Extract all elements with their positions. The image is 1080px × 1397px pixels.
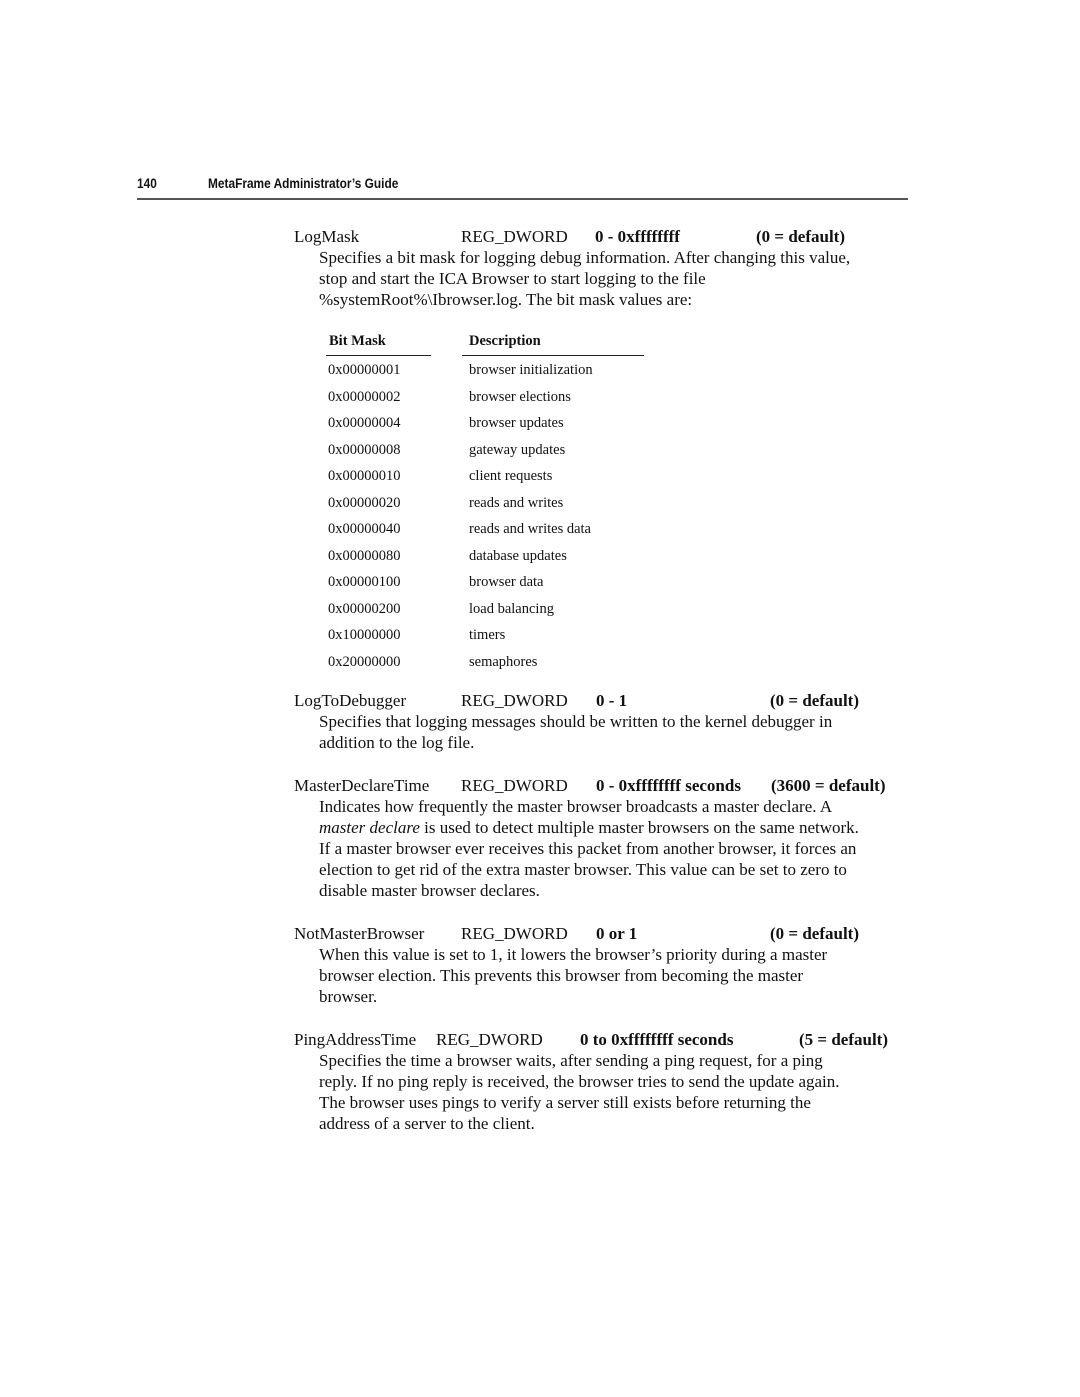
- registry-entry-notmasterbrowser: NotMasterBrowser REG_DWORD 0 or 1 (0 = d…: [294, 923, 924, 1007]
- entry-type: REG_DWORD: [436, 1030, 543, 1049]
- description-line: election to get rid of the extra master …: [319, 860, 847, 879]
- bit-mask-description: browser data: [469, 574, 544, 590]
- entry-description: When this value is set to 1, it lowers t…: [319, 944, 919, 1007]
- entry-default: (0 = default): [770, 691, 860, 710]
- bit-mask-description: browser elections: [469, 388, 571, 405]
- entry-heading: LogToDebugger REG_DWORD 0 - 1 (0 = defau…: [294, 690, 924, 711]
- description-line: disable master browser declares.: [319, 881, 540, 900]
- description-line: If a master browser ever receives this p…: [319, 839, 857, 858]
- description-line: The browser uses pings to verify a serve…: [319, 1093, 811, 1112]
- bit-mask-value: 0x00000002: [328, 388, 401, 405]
- bit-mask-description: load balancing: [469, 600, 554, 617]
- description-line: address of a server to the client.: [319, 1114, 535, 1133]
- bit-mask-description: reads and writes data: [469, 521, 591, 537]
- bit-mask-description: semaphores: [469, 653, 538, 670]
- bit-mask-value: 0x00000040: [328, 521, 401, 537]
- description-line: Specifies that logging messages should b…: [319, 712, 833, 731]
- entry-default: (3600 = default): [771, 776, 886, 795]
- bit-mask-value: 0x20000000: [328, 653, 401, 670]
- bit-mask-value: 0x00000100: [328, 574, 401, 590]
- bit-mask-description: browser updates: [469, 415, 564, 431]
- italic-term: master declare: [319, 818, 420, 837]
- bit-mask-value: 0x00000008: [328, 441, 401, 458]
- running-header: 140 MetaFrame Administrator’s Guide: [137, 176, 908, 200]
- description-line: Indicates how frequently the master brow…: [319, 797, 833, 816]
- entry-name: MasterDeclareTime: [294, 776, 430, 795]
- entry-range: 0 or 1: [596, 924, 638, 943]
- entry-description: Specifies that logging messages should b…: [319, 711, 919, 753]
- bit-mask-value: 0x00000001: [328, 362, 401, 378]
- registry-entry-logtodebugger: LogToDebugger REG_DWORD 0 - 1 (0 = defau…: [294, 690, 924, 753]
- entry-type: REG_DWORD: [461, 227, 568, 246]
- bit-mask-description: gateway updates: [469, 441, 566, 458]
- bit-mask-value: 0x00000020: [328, 494, 401, 511]
- description-line: %systemRoot%\Ibrowser.log. The bit mask …: [319, 290, 693, 309]
- registry-entry-masterdeclaretime: MasterDeclareTime REG_DWORD 0 - 0xffffff…: [294, 775, 924, 901]
- column-header-description: Description: [469, 333, 541, 349]
- bit-mask-value: 0x00000200: [328, 600, 401, 617]
- bit-mask-value: 0x00000010: [328, 468, 401, 484]
- entry-type: REG_DWORD: [461, 924, 568, 943]
- registry-entry-logmask: LogMask REG_DWORD 0 - 0xffffffff (0 = de…: [294, 226, 924, 310]
- entry-default: (0 = default): [756, 227, 846, 246]
- description-text: is used to detect multiple master browse…: [424, 818, 859, 837]
- entry-range: 0 to 0xffffffff seconds: [580, 1030, 734, 1049]
- bit-mask-value: 0x00000004: [328, 415, 401, 431]
- entry-name: PingAddressTime: [294, 1030, 417, 1049]
- description-line: addition to the log file.: [319, 733, 475, 752]
- description-line: stop and start the ICA Browser to start …: [319, 269, 706, 288]
- entry-type: REG_DWORD: [461, 776, 568, 795]
- entry-range: 0 - 0xffffffff seconds: [596, 776, 741, 795]
- bit-mask-description: client requests: [469, 468, 553, 484]
- entry-heading: MasterDeclareTime REG_DWORD 0 - 0xffffff…: [294, 775, 924, 796]
- entry-heading: PingAddressTime REG_DWORD 0 to 0xfffffff…: [294, 1029, 924, 1050]
- header-rule: [326, 355, 431, 356]
- bit-mask-description: reads and writes: [469, 494, 564, 511]
- entry-default: (0 = default): [770, 924, 860, 943]
- description-line: Specifies the time a browser waits, afte…: [319, 1051, 823, 1070]
- column-header-bit-mask: Bit Mask: [329, 333, 386, 349]
- entry-name: LogToDebugger: [294, 691, 407, 710]
- entry-name: NotMasterBrowser: [294, 924, 425, 943]
- bit-mask-value: 0x10000000: [328, 627, 401, 643]
- bit-mask-description: browser initialization: [469, 362, 593, 378]
- bit-mask-description: timers: [469, 627, 506, 643]
- entry-range: 0 - 1: [596, 691, 628, 710]
- entry-range: 0 - 0xffffffff: [595, 227, 680, 246]
- document-page: 140 MetaFrame Administrator’s Guide LogM…: [0, 0, 1080, 1397]
- entry-heading: NotMasterBrowser REG_DWORD 0 or 1 (0 = d…: [294, 923, 924, 944]
- entry-description: Specifies a bit mask for logging debug i…: [319, 247, 919, 310]
- registry-entry-pingaddresstime: PingAddressTime REG_DWORD 0 to 0xfffffff…: [294, 1029, 924, 1134]
- entry-type: REG_DWORD: [461, 691, 568, 710]
- entry-default: (5 = default): [799, 1030, 889, 1049]
- entry-description: Specifies the time a browser waits, afte…: [319, 1050, 919, 1134]
- description-line: Specifies a bit mask for logging debug i…: [319, 248, 851, 267]
- page-number: 140: [137, 176, 157, 191]
- description-line: master declare is used to detect multipl…: [319, 817, 919, 838]
- entry-name: LogMask: [294, 227, 360, 246]
- bit-mask-value: 0x00000080: [328, 547, 401, 564]
- description-line: browser.: [319, 987, 378, 1006]
- description-line: browser election. This prevents this bro…: [319, 966, 804, 985]
- description-line: When this value is set to 1, it lowers t…: [319, 945, 828, 964]
- entry-heading: LogMask REG_DWORD 0 - 0xffffffff (0 = de…: [294, 226, 924, 247]
- bit-mask-description: database updates: [469, 547, 567, 564]
- entry-description: Indicates how frequently the master brow…: [319, 796, 919, 901]
- header-rule: [462, 355, 644, 356]
- description-line: reply. If no ping reply is received, the…: [319, 1072, 840, 1091]
- book-title: MetaFrame Administrator’s Guide: [208, 176, 399, 191]
